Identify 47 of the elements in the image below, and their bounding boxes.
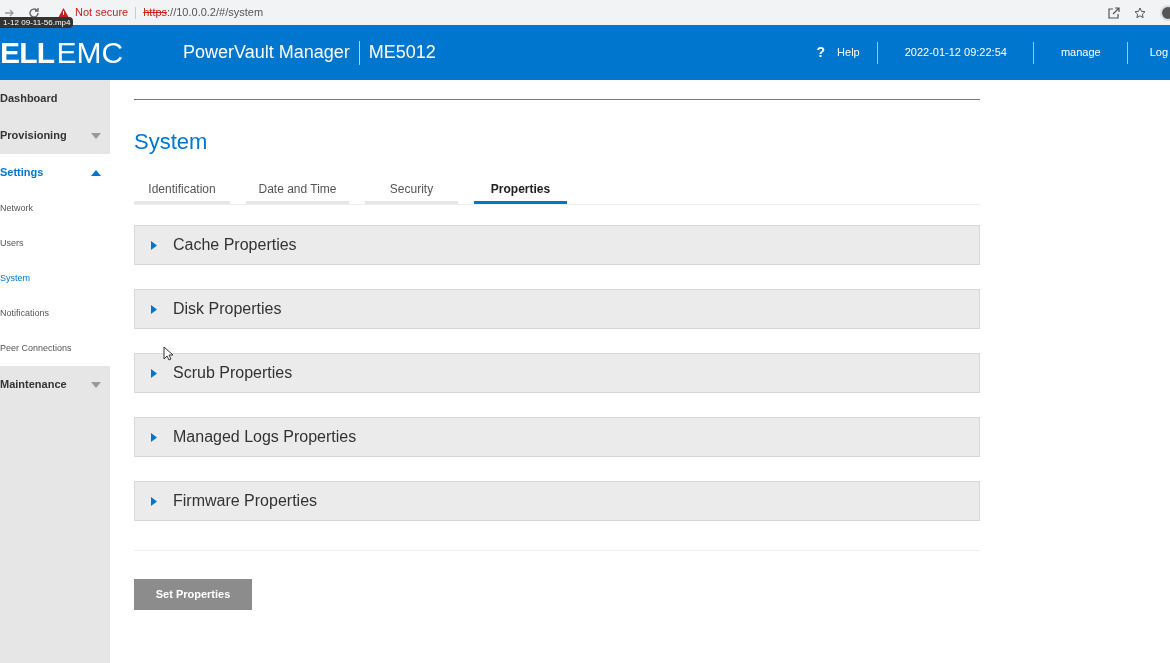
sidebar-subitem[interactable]: Network	[0, 191, 110, 226]
warning-icon	[58, 7, 69, 18]
tab[interactable]: Security	[365, 177, 458, 204]
sidebar-subitem[interactable]: Users	[0, 226, 110, 261]
panel-title: Firmware Properties	[173, 491, 318, 511]
sidebar-subitem[interactable]: Peer Connections	[0, 331, 110, 366]
mouse-pointer-icon	[163, 346, 174, 361]
panel-title: Cache Properties	[173, 235, 297, 255]
caret-right-icon	[151, 496, 157, 506]
star-icon[interactable]	[1134, 6, 1146, 19]
panel-title: Scrub Properties	[173, 363, 293, 383]
page-title: System	[134, 128, 209, 156]
logo-text: ELL	[0, 37, 55, 68]
collapsible-panel[interactable]: Scrub Properties	[134, 353, 980, 393]
panel-title: Disk Properties	[173, 299, 282, 319]
product-name: PowerVault Manager	[183, 41, 350, 64]
video-tooltip: 1-12 09-11-56.mp4	[0, 17, 74, 28]
model-name: ME5012	[368, 41, 436, 64]
logout-link[interactable]: Log	[1149, 44, 1168, 61]
logo-text: EMC	[56, 37, 124, 68]
share-icon[interactable]	[1108, 6, 1120, 19]
caret-right-icon	[151, 368, 157, 378]
forward-icon[interactable]	[4, 7, 14, 18]
help-icon[interactable]: ?	[816, 42, 826, 63]
url-text: https://10.0.0.2/#/system	[143, 5, 264, 21]
security-label: Not secure	[75, 5, 129, 21]
collapsible-panel[interactable]: Cache Properties	[134, 225, 980, 265]
tab[interactable]: Date and Time	[246, 177, 349, 204]
caret-right-icon	[151, 240, 157, 250]
panel-title: Managed Logs Properties	[173, 427, 357, 447]
sidebar-item[interactable]: Dashboard	[0, 80, 110, 117]
sidebar-item[interactable]: Settings	[0, 154, 110, 191]
datetime-text: 2022-01-12 09:22:54	[904, 45, 1007, 61]
sidebar-item[interactable]: Provisioning	[0, 117, 110, 154]
collapsible-panel[interactable]: Firmware Properties	[134, 481, 980, 521]
tab[interactable]: Identification	[134, 177, 230, 204]
tab[interactable]: Properties	[474, 177, 567, 204]
caret-right-icon	[151, 432, 157, 442]
sidebar-item[interactable]: Maintenance	[0, 366, 110, 403]
sidebar-subitem[interactable]: Notifications	[0, 296, 110, 331]
caret-right-icon	[151, 304, 157, 314]
sidebar-subitem[interactable]: System	[0, 261, 110, 296]
collapsible-panel[interactable]: Managed Logs Properties	[134, 417, 980, 457]
collapsible-panel[interactable]: Disk Properties	[134, 289, 980, 329]
reload-icon[interactable]	[28, 6, 40, 19]
help-link[interactable]: Help	[837, 44, 860, 61]
user-link[interactable]: manage	[1060, 44, 1101, 61]
